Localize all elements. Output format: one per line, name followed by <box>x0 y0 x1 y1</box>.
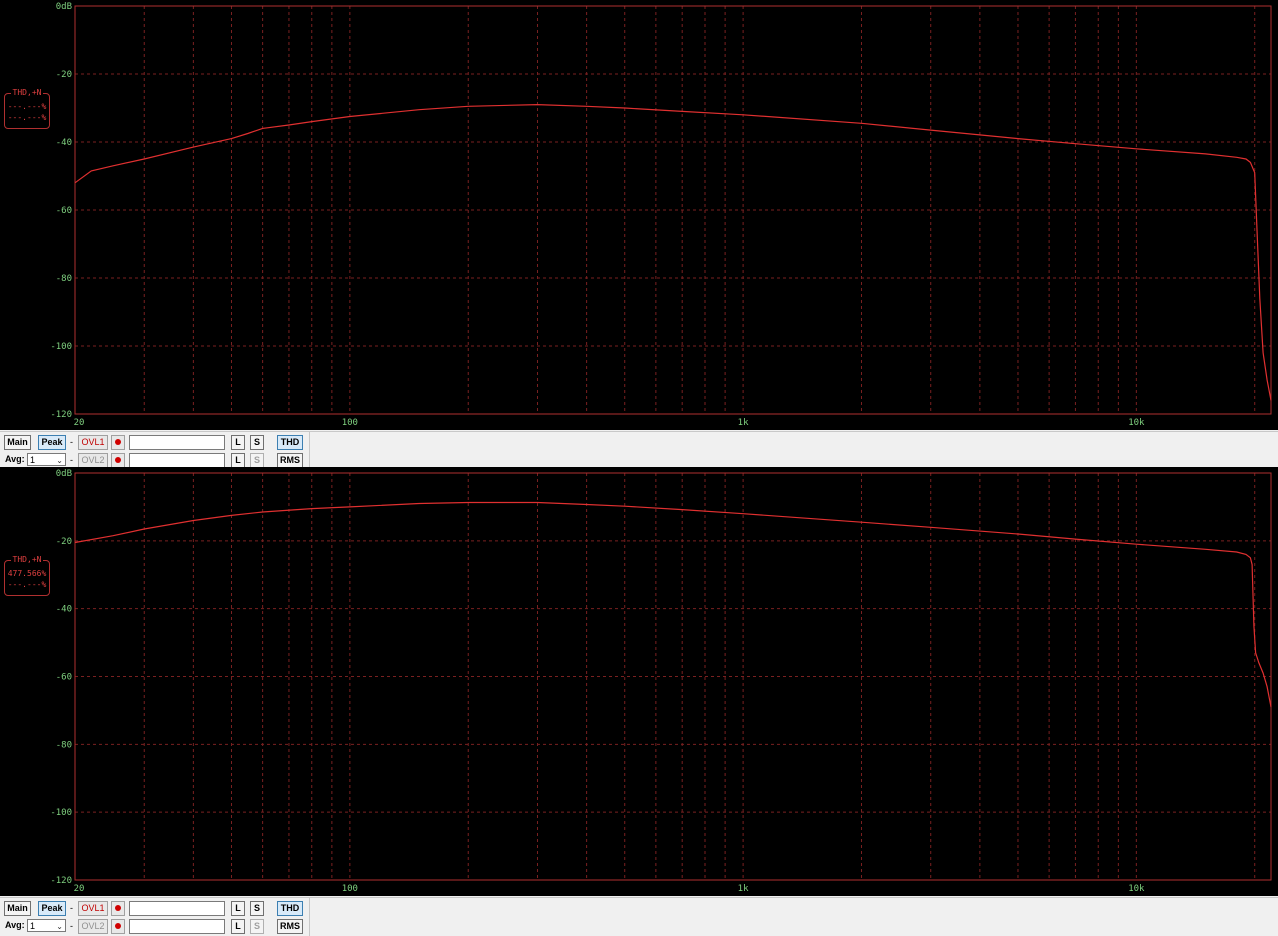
record-icon[interactable] <box>111 435 125 450</box>
ovl2-indicator: OVL2 <box>78 919 108 934</box>
chevron-down-icon: ⌄ <box>56 922 63 931</box>
rms-button[interactable]: RMS <box>277 453 303 468</box>
l-button[interactable]: L <box>231 453 245 468</box>
record-icon[interactable] <box>111 901 125 916</box>
x-tick-label: 10k <box>1128 418 1145 428</box>
trace-line <box>74 103 1272 401</box>
readout-label: THD,+N <box>11 88 43 98</box>
y-tick-label: -20 <box>56 70 72 80</box>
main-button[interactable]: Main <box>4 435 31 450</box>
y-tick-label: -40 <box>56 605 72 615</box>
avg-select[interactable]: 1 ⌄ <box>27 919 66 932</box>
thd-readout: THD,+N 477.566% ---.---% <box>4 555 50 596</box>
control-toolbar-1: Main Peak - OVL1 L S THD Avg: 1 ⌄ - OVL2… <box>0 431 1278 470</box>
x-tick-label: 100 <box>342 884 358 894</box>
y-tick-label: -120 <box>50 876 72 886</box>
thd-readout: THD,+N ---.---% ---.---% <box>4 88 50 129</box>
thd-button[interactable]: THD <box>277 901 303 916</box>
name-input[interactable] <box>129 901 225 916</box>
toolbar-divider <box>309 432 310 470</box>
y-tick-label: -60 <box>56 206 72 216</box>
x-tick-label: 20 <box>74 418 85 428</box>
peak-button[interactable]: Peak <box>38 901 66 916</box>
ovl1-indicator: OVL1 <box>78 435 108 450</box>
s-button[interactable]: S <box>250 901 264 916</box>
plot-area-2[interactable]: 0dB -20 -40 -60 -80 -100 -120 20 100 1k 10k THD,+N… <box>0 467 1278 896</box>
y-tick-label: 0dB <box>56 2 72 12</box>
x-tick-label: 100 <box>342 418 358 428</box>
readout-value-1: ---.---% <box>7 102 47 111</box>
avg-label: Avg: <box>5 920 25 930</box>
separator-dash: - <box>70 921 73 931</box>
y-tick-label: -80 <box>56 274 72 284</box>
spectrum-chart-1: 0dB -20 -40 -60 -80 -100 -12020 100 1k 10k <box>50 2 1272 428</box>
readout-value-2: ---.---% <box>7 113 47 122</box>
record-icon[interactable] <box>111 453 125 468</box>
ovl2-indicator: OVL2 <box>78 453 108 468</box>
peak-button[interactable]: Peak <box>38 435 66 450</box>
y-tick-label: -120 <box>50 410 72 420</box>
x-tick-label: 1k <box>738 418 749 428</box>
chevron-down-icon: ⌄ <box>56 456 63 465</box>
s-button[interactable]: S <box>250 919 264 934</box>
s-button[interactable]: S <box>250 453 264 468</box>
l-button[interactable]: L <box>231 919 245 934</box>
rms-button[interactable]: RMS <box>277 919 303 934</box>
record-icon[interactable] <box>111 919 125 934</box>
main-button[interactable]: Main <box>4 901 31 916</box>
separator-dash: - <box>70 437 73 447</box>
avg-label: Avg: <box>5 454 25 464</box>
y-tick-label: -100 <box>50 808 72 818</box>
avg-select[interactable]: 1 ⌄ <box>27 453 66 466</box>
separator-dash: - <box>70 903 73 913</box>
toolbar-divider <box>309 898 310 936</box>
avg-select-value: 1 <box>30 455 36 465</box>
s-button[interactable]: S <box>250 435 264 450</box>
thd-button[interactable]: THD <box>277 435 303 450</box>
name-input[interactable] <box>129 919 225 934</box>
readout-label: THD,+N <box>11 555 43 565</box>
y-tick-label: -20 <box>56 537 72 547</box>
x-tick-label: 20 <box>74 884 85 894</box>
x-tick-label: 10k <box>1128 884 1145 894</box>
l-button[interactable]: L <box>231 435 245 450</box>
control-toolbar-2: Main Peak - OVL1 L S THD Avg: 1 ⌄ - OVL2… <box>0 897 1278 936</box>
avg-select-value: 1 <box>30 921 36 931</box>
separator-dash: - <box>70 455 73 465</box>
x-tick-label: 1k <box>738 884 749 894</box>
name-input[interactable] <box>129 435 225 450</box>
y-tick-label: -60 <box>56 673 72 683</box>
ovl1-indicator: OVL1 <box>78 901 108 916</box>
y-tick-label: -100 <box>50 342 72 352</box>
y-tick-label: -80 <box>56 740 72 750</box>
y-tick-label: -40 <box>56 138 72 148</box>
spectrum-chart-2: 0dB -20 -40 -60 -80 -100 -12020 100 1k 10k <box>50 469 1272 894</box>
y-tick-label: 0dB <box>56 469 72 479</box>
l-button[interactable]: L <box>231 901 245 916</box>
plot-area-1[interactable]: 0dB -20 -40 -60 -80 -100 -120 20 100 1k 10k THD,+N… <box>0 0 1278 430</box>
readout-value-1: 477.566% <box>7 569 47 578</box>
readout-value-2: ---.---% <box>7 580 47 589</box>
name-input[interactable] <box>129 453 225 468</box>
